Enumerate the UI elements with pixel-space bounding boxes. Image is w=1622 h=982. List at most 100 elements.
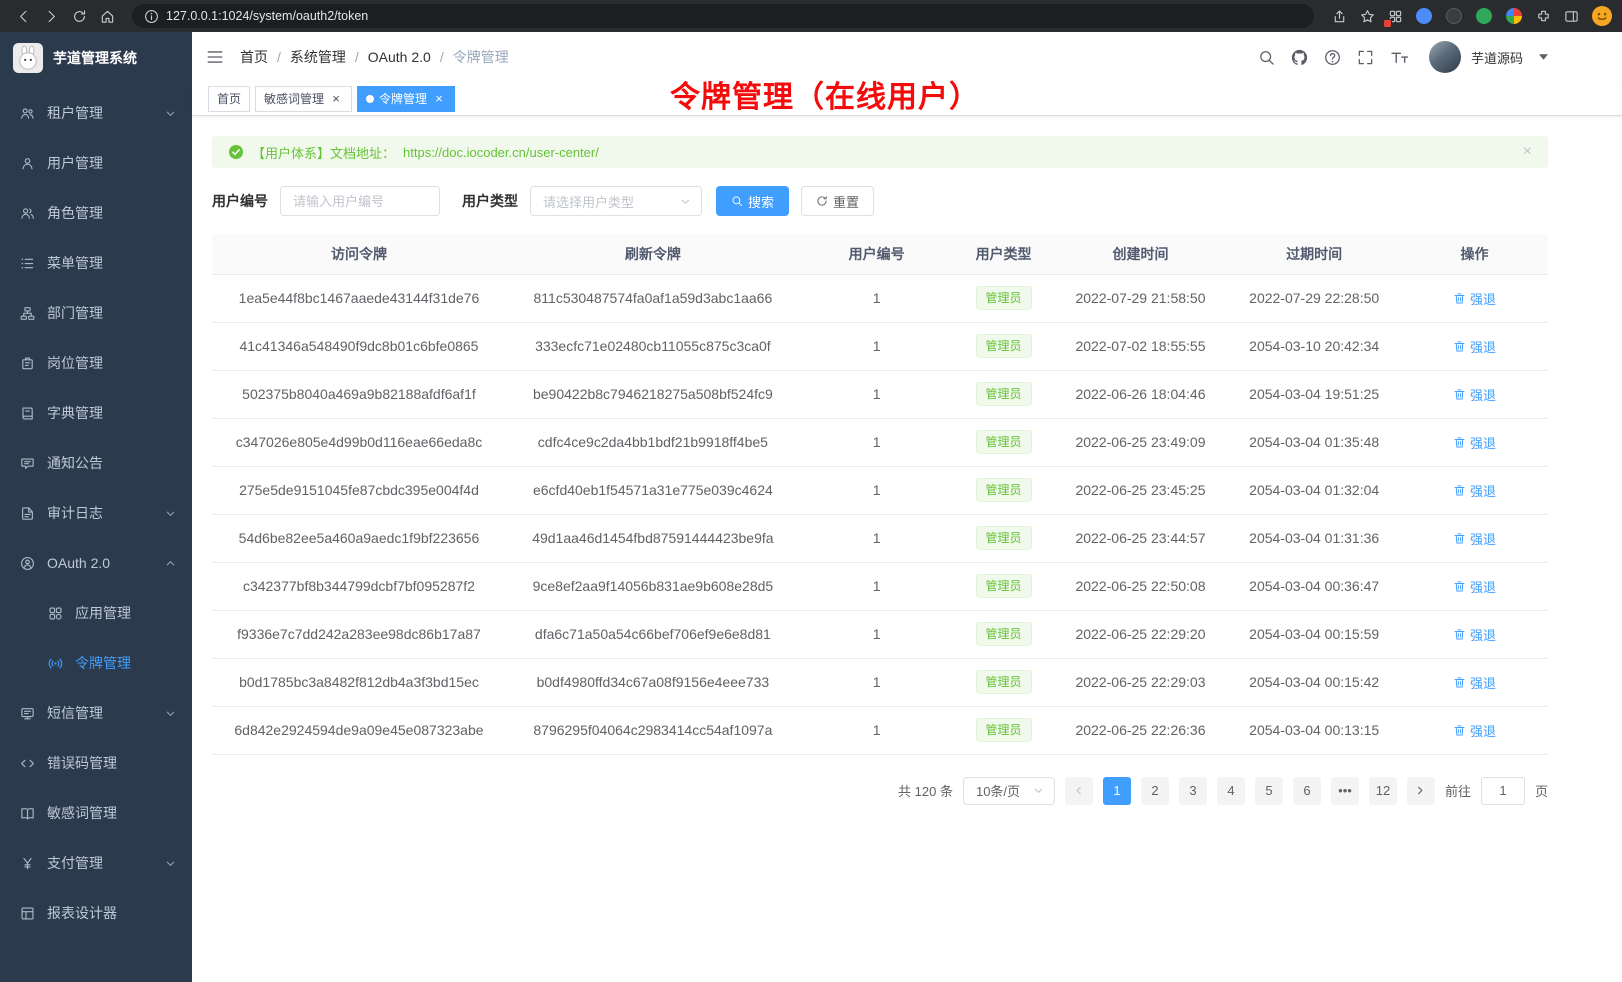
share-icon[interactable] bbox=[1326, 3, 1352, 29]
page-button[interactable]: 5 bbox=[1255, 777, 1283, 805]
sidebar-item[interactable]: 报表设计器 bbox=[0, 888, 192, 938]
font-size-icon[interactable] bbox=[1390, 50, 1409, 65]
trash-icon bbox=[1453, 436, 1466, 449]
close-icon[interactable]: × bbox=[329, 92, 343, 106]
sidebar-item[interactable]: 通知公告 bbox=[0, 438, 192, 488]
force-logout-button[interactable]: 强退 bbox=[1453, 529, 1496, 548]
tab[interactable]: 首页 bbox=[208, 86, 250, 112]
sidebar-item[interactable]: 部门管理 bbox=[0, 288, 192, 338]
force-logout-button[interactable]: 强退 bbox=[1453, 385, 1496, 404]
close-icon[interactable]: × bbox=[432, 92, 446, 106]
sensitive-word-icon bbox=[20, 806, 35, 821]
user-id-input[interactable] bbox=[280, 186, 440, 216]
forward-icon[interactable] bbox=[38, 3, 64, 29]
extension-green-icon[interactable] bbox=[1476, 8, 1492, 24]
side-panel-icon[interactable] bbox=[1558, 3, 1584, 29]
sidebar-item[interactable]: 角色管理 bbox=[0, 188, 192, 238]
reset-button[interactable]: 重置 bbox=[801, 186, 874, 216]
trash-icon bbox=[1453, 628, 1466, 641]
prev-page-button[interactable] bbox=[1065, 777, 1093, 805]
page-button[interactable]: 12 bbox=[1369, 777, 1397, 805]
sidebar-item[interactable]: 审计日志 bbox=[0, 488, 192, 538]
sidebar-item[interactable]: 令牌管理 bbox=[0, 638, 192, 688]
page-button[interactable]: 4 bbox=[1217, 777, 1245, 805]
access-token-cell: c342377bf8b344799dcbf7bf095287f2 bbox=[212, 562, 506, 610]
reload-icon[interactable] bbox=[66, 3, 92, 29]
force-logout-button[interactable]: 强退 bbox=[1453, 481, 1496, 500]
info-icon[interactable] bbox=[142, 7, 160, 25]
sidebar-item[interactable]: 支付管理 bbox=[0, 838, 192, 888]
doc-link[interactable]: https://doc.iocoder.cn/user-center/ bbox=[403, 145, 599, 160]
browser-profile-avatar[interactable] bbox=[1592, 6, 1612, 26]
github-icon[interactable] bbox=[1291, 49, 1308, 66]
create-time-cell: 2022-06-25 22:29:03 bbox=[1054, 658, 1228, 706]
post-icon bbox=[20, 356, 35, 371]
user-type-tag: 管理员 bbox=[976, 382, 1032, 406]
force-logout-button[interactable]: 强退 bbox=[1453, 625, 1496, 644]
goto-page-input[interactable] bbox=[1481, 777, 1525, 805]
caret-down-icon[interactable] bbox=[1539, 54, 1548, 60]
trash-icon bbox=[1453, 292, 1466, 305]
search-button[interactable]: 搜索 bbox=[716, 186, 789, 216]
sidebar-item[interactable]: 字典管理 bbox=[0, 388, 192, 438]
user-type-tag: 管理员 bbox=[976, 574, 1032, 598]
sidebar-item[interactable]: 短信管理 bbox=[0, 688, 192, 738]
sidebar-item[interactable]: 菜单管理 bbox=[0, 238, 192, 288]
app-logo[interactable]: 芋道管理系统 bbox=[0, 32, 192, 84]
force-logout-button[interactable]: 强退 bbox=[1453, 289, 1496, 308]
puzzle-icon[interactable] bbox=[1530, 3, 1556, 29]
extension-blue-icon[interactable] bbox=[1416, 8, 1432, 24]
trash-icon bbox=[1453, 676, 1466, 689]
more-pages-button[interactable]: ••• bbox=[1331, 777, 1359, 805]
force-logout-button[interactable]: 强退 bbox=[1453, 337, 1496, 356]
page-size-select[interactable]: 10条/页 bbox=[963, 777, 1055, 805]
force-logout-button[interactable]: 强退 bbox=[1453, 673, 1496, 692]
tab[interactable]: 令牌管理× bbox=[357, 86, 455, 112]
close-icon[interactable]: × bbox=[1523, 143, 1532, 161]
address-bar[interactable]: 127.0.0.1:1024/system/oauth2/token bbox=[132, 4, 1314, 28]
force-logout-button[interactable]: 强退 bbox=[1453, 577, 1496, 596]
chrome-profile-icon[interactable] bbox=[1506, 8, 1522, 24]
user-avatar[interactable] bbox=[1429, 41, 1461, 73]
table-row: c342377bf8b344799dcbf7bf095287f29ce8ef2a… bbox=[212, 562, 1548, 610]
create-time-cell: 2022-06-25 22:29:20 bbox=[1054, 610, 1228, 658]
refresh-token-cell: be90422b8c7946218275a508bf524fc9 bbox=[506, 370, 800, 418]
home-icon[interactable] bbox=[94, 3, 120, 29]
search-icon[interactable] bbox=[1258, 49, 1275, 66]
app-icon bbox=[48, 606, 63, 621]
sidebar-item-label: 通知公告 bbox=[47, 453, 103, 473]
page-button[interactable]: 6 bbox=[1293, 777, 1321, 805]
sidebar-item[interactable]: 用户管理 bbox=[0, 138, 192, 188]
sidebar-item[interactable]: 应用管理 bbox=[0, 588, 192, 638]
help-icon[interactable] bbox=[1324, 49, 1341, 66]
page-button[interactable]: 3 bbox=[1179, 777, 1207, 805]
dict-icon bbox=[20, 406, 35, 421]
force-logout-button[interactable]: 强退 bbox=[1453, 721, 1496, 740]
create-time-cell: 2022-06-25 22:26:36 bbox=[1054, 706, 1228, 754]
force-logout-button[interactable]: 强退 bbox=[1453, 433, 1496, 452]
sidebar-item[interactable]: OAuth 2.0 bbox=[0, 538, 192, 588]
extensions-icon[interactable] bbox=[1382, 3, 1408, 29]
sidebar-item[interactable]: 错误码管理 bbox=[0, 738, 192, 788]
page-button[interactable]: 2 bbox=[1141, 777, 1169, 805]
chevron-left-icon bbox=[1073, 785, 1084, 796]
oauth-icon bbox=[20, 556, 35, 571]
sidebar-item[interactable]: 租户管理 bbox=[0, 88, 192, 138]
breadcrumb-separator: / bbox=[277, 49, 281, 65]
next-page-button[interactable] bbox=[1407, 777, 1435, 805]
hamburger-icon[interactable] bbox=[206, 48, 224, 66]
sidebar-item[interactable]: 岗位管理 bbox=[0, 338, 192, 388]
breadcrumb-item[interactable]: 系统管理 bbox=[290, 47, 346, 67]
tab[interactable]: 敏感词管理× bbox=[255, 86, 352, 112]
extension-dark-icon[interactable] bbox=[1446, 8, 1462, 24]
page-button[interactable]: 1 bbox=[1103, 777, 1131, 805]
breadcrumb-item[interactable]: 首页 bbox=[240, 47, 268, 67]
back-icon[interactable] bbox=[10, 3, 36, 29]
fullscreen-icon[interactable] bbox=[1357, 49, 1374, 66]
user-type-select[interactable]: 请选择用户类型 bbox=[530, 186, 702, 216]
user-name[interactable]: 芋道源码 bbox=[1471, 48, 1523, 67]
bookmark-star-icon[interactable] bbox=[1354, 3, 1380, 29]
breadcrumb-item[interactable]: OAuth 2.0 bbox=[368, 49, 431, 65]
sidebar-item[interactable]: 敏感词管理 bbox=[0, 788, 192, 838]
breadcrumb-item: 令牌管理 bbox=[453, 47, 509, 67]
